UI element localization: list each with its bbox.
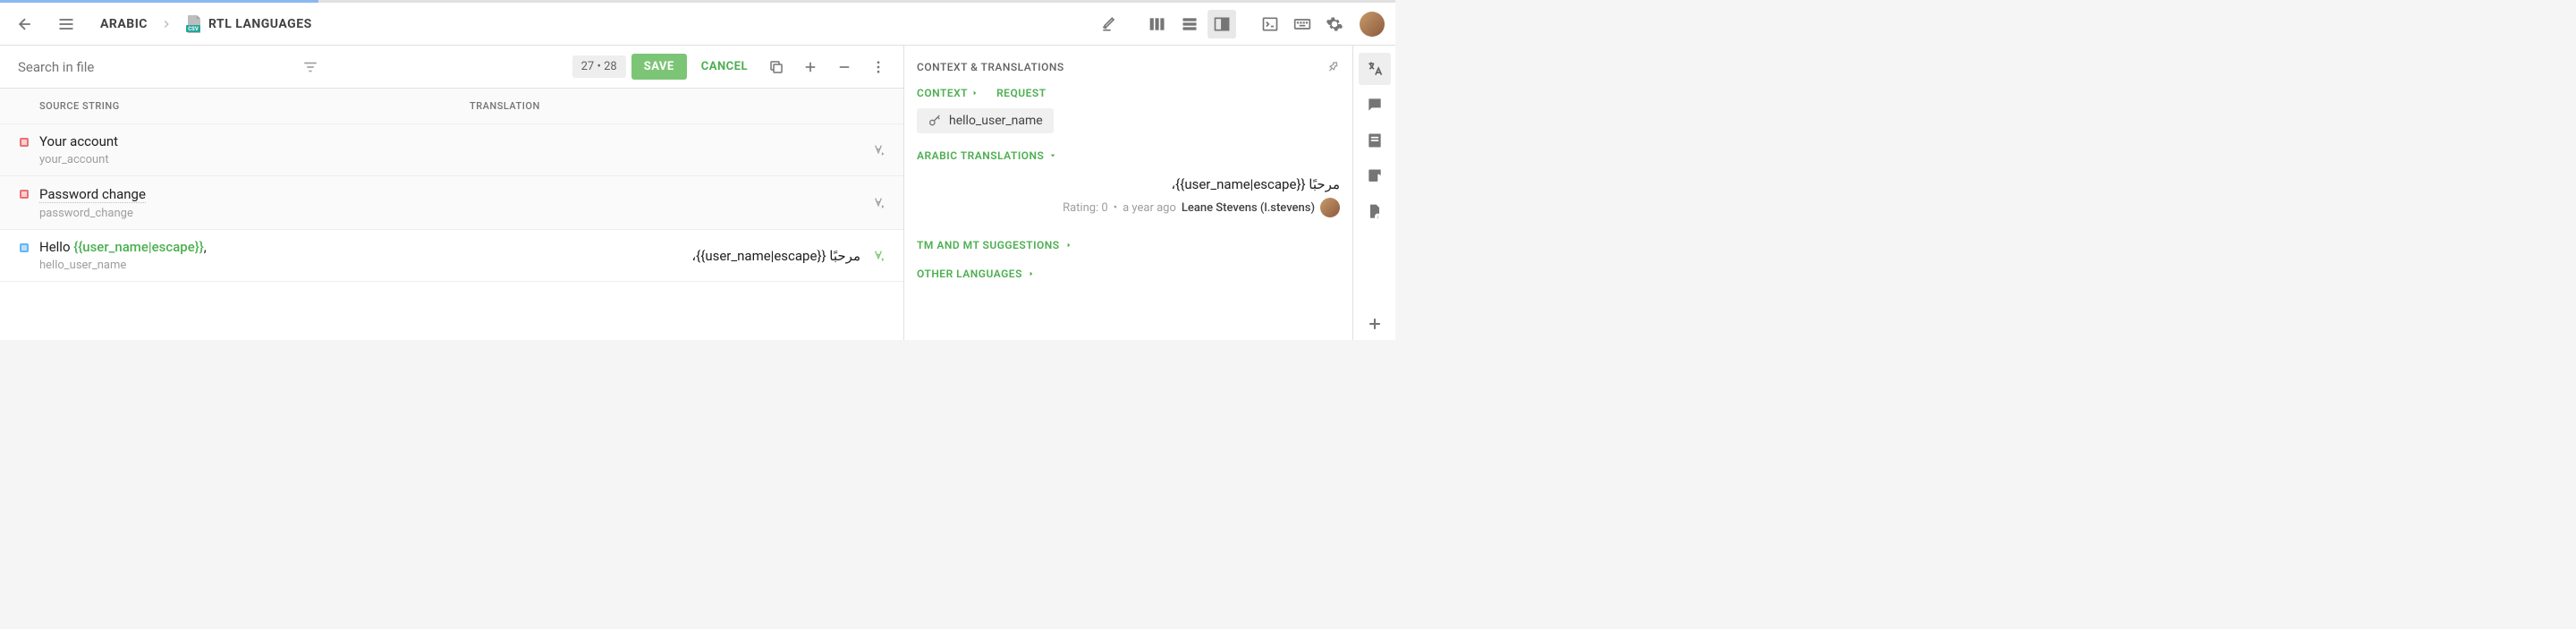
breadcrumb: ARABIC CSV RTL LANGUAGES [100,14,312,34]
key-icon [928,114,942,128]
side-translation-value: مرحبًا {{user_name|escape}}، [917,176,1340,192]
search-input[interactable] [11,52,297,82]
add-icon[interactable] [796,53,825,81]
section-tm-suggestions[interactable]: TM AND MT SUGGESTIONS [917,239,1340,251]
status-dot-translated [20,243,29,252]
remove-icon[interactable] [830,53,859,81]
save-button[interactable]: SAVE [631,54,687,80]
source-string: Hello {{user_name|escape}}, [39,239,466,255]
rail-comments-icon[interactable] [1359,89,1391,121]
side-panel-title: CONTEXT & TRANSLATIONS [917,61,1064,73]
copy-icon[interactable] [762,53,791,81]
tab-request[interactable]: REQUEST [996,87,1046,99]
source-key: your_account [39,153,466,166]
rows-view-icon[interactable] [1175,10,1204,38]
section-arabic-translations[interactable]: ARABIC TRANSLATIONS [917,149,1340,162]
avatar[interactable] [1360,12,1385,37]
status-dot-untranslated [20,138,29,147]
status-dot-untranslated [20,190,29,199]
keyboard-icon[interactable] [1288,10,1317,38]
svg-text:CSV: CSV [188,26,199,32]
column-translation-header: TRANSLATION [452,100,903,112]
menu-icon[interactable] [52,10,80,38]
breadcrumb-lang[interactable]: ARABIC [100,17,148,31]
auto-translate-icon[interactable] [871,249,886,263]
chevron-right-icon [160,18,173,30]
time-label: a year ago [1123,201,1176,215]
rail-bookmark-icon[interactable] [1359,160,1391,192]
context-key-chip: hello_user_name [917,108,1054,133]
table-row[interactable]: Hello {{user_name|escape}}, hello_user_n… [0,230,903,282]
cancel-button[interactable]: CANCEL [692,54,757,80]
rail-translate-icon[interactable] [1359,53,1391,85]
translation-value[interactable]: مرحبًا {{user_name|escape}}، [691,248,860,264]
auto-translate-icon[interactable] [871,143,886,157]
table-row[interactable]: Password change password_change [0,176,903,230]
tab-context[interactable]: CONTEXT [917,87,979,99]
author-avatar[interactable] [1320,198,1340,217]
auto-translate-icon[interactable] [871,196,886,210]
rating-label: Rating: 0 [1063,201,1108,215]
back-icon[interactable] [11,10,39,38]
source-key: password_change [39,207,466,220]
author-label: Leane Stevens (l.stevens) [1182,201,1315,215]
pin-icon[interactable] [1326,60,1340,74]
rail-glossary-icon[interactable] [1359,124,1391,157]
columns-view-icon[interactable] [1143,10,1172,38]
placeholder-token: {{user_name|escape}} [73,239,204,255]
table-row[interactable]: Your account your_account [0,124,903,176]
gear-icon[interactable] [1320,10,1349,38]
source-string: Password change [39,186,146,203]
more-icon[interactable] [864,53,893,81]
column-source-header: SOURCE STRING [0,100,452,112]
terminal-icon[interactable] [1256,10,1284,38]
csv-file-icon: CSV [185,14,203,34]
rail-add-icon[interactable] [1359,308,1391,340]
source-key: hello_user_name [39,259,466,272]
edit-icon[interactable] [1095,10,1123,38]
filter-icon[interactable] [302,59,318,75]
row-counter: 27 • 28 [572,55,626,78]
rail-file-info-icon[interactable]: i [1359,196,1391,228]
split-view-icon[interactable] [1208,10,1236,38]
source-string: Your account [39,133,466,149]
section-other-languages[interactable]: OTHER LANGUAGES [917,268,1340,280]
breadcrumb-file[interactable]: RTL LANGUAGES [208,17,312,31]
